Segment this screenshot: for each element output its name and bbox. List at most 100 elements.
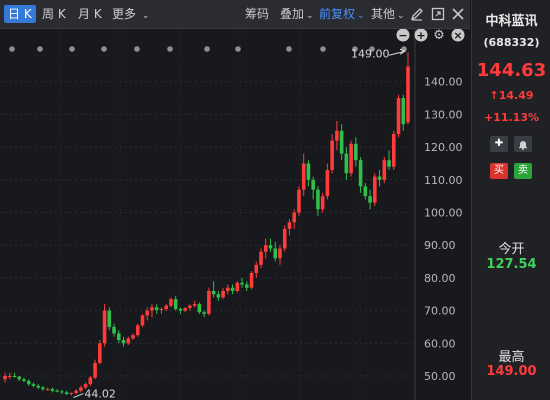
candle-body xyxy=(45,389,50,391)
candle-body xyxy=(249,272,254,288)
more-label: 更多 xyxy=(112,7,137,21)
candle-body xyxy=(259,251,263,265)
candle-body xyxy=(311,179,315,190)
candle-body xyxy=(211,290,216,295)
candle-body xyxy=(287,222,292,229)
candle-body xyxy=(382,160,387,180)
current-price: 144.63 xyxy=(476,60,547,81)
candle-body xyxy=(64,392,69,394)
chip-distribution-button[interactable]: 筹码 xyxy=(245,5,269,23)
candle-body xyxy=(282,228,287,249)
candle-body xyxy=(159,308,164,310)
y-tick-label: 120.00 xyxy=(424,141,463,154)
annotations: 149.00 44.02 xyxy=(73,47,407,400)
bell-icon xyxy=(519,141,527,150)
candle-body xyxy=(164,305,168,309)
period-toolbar: 日 K 周 K 月 K 更多 ⌄ 筹码 叠加 ⌄ 前复权 ⌄ 其他 ⌄ xyxy=(0,0,470,29)
candle-body xyxy=(69,393,74,395)
candle-body xyxy=(17,376,22,380)
close-icon[interactable] xyxy=(450,6,466,22)
forward-adjust-dropdown[interactable]: 前复权 ⌄ xyxy=(319,5,365,23)
candle-body xyxy=(401,98,406,125)
chevron-down-icon: ⌄ xyxy=(357,11,365,21)
candle-body xyxy=(188,305,192,308)
more-dropdown[interactable]: 更多 ⌄ xyxy=(112,5,149,23)
candle-body xyxy=(391,134,396,167)
stock-name: 中科蓝讯 xyxy=(485,14,538,29)
candle-body xyxy=(50,389,55,391)
candle-body xyxy=(135,325,140,336)
candle-body xyxy=(126,338,131,344)
tab-daily-k[interactable]: 日 K xyxy=(4,5,36,23)
candle-body xyxy=(354,143,358,161)
other-label: 其他 xyxy=(371,7,396,21)
high-label: 最高 xyxy=(498,350,525,365)
event-dot xyxy=(9,46,15,52)
open-value: 127.54 xyxy=(486,257,537,272)
candle-body xyxy=(131,335,135,339)
gear-icon[interactable]: ⚙ xyxy=(433,29,445,43)
overlay-dropdown[interactable]: 叠加 ⌄ xyxy=(280,5,314,23)
chart-controls: − + ⚙ × xyxy=(396,29,465,43)
event-dot xyxy=(101,46,107,52)
candle-body xyxy=(36,385,40,388)
minus-icon[interactable]: − xyxy=(398,29,407,42)
candle-body xyxy=(26,380,31,385)
forward-adjust-label: 前复权 xyxy=(319,7,356,21)
buy-button[interactable]: 买 xyxy=(490,163,508,179)
quote-sidebar: 中科蓝讯 (688332) 144.63 ↑14.49 +11.13% ✚ 买 … xyxy=(471,0,550,400)
candle-body xyxy=(339,130,344,154)
candle-body xyxy=(41,387,45,390)
candle-body xyxy=(235,282,240,291)
candle-body xyxy=(325,169,330,197)
open-label: 今开 xyxy=(498,242,525,257)
candle-body xyxy=(396,98,401,135)
expand-icon[interactable] xyxy=(430,6,446,22)
chevron-down-icon: ⌄ xyxy=(141,11,150,21)
alert-button[interactable] xyxy=(514,136,532,152)
candlestick-chart: 50.00 60.00 70.00 80.00 90.00 100.00 110.00 120… xyxy=(0,29,465,400)
overlay-label: 叠加 xyxy=(280,7,305,21)
candle-body xyxy=(150,307,154,311)
sell-button[interactable]: 卖 xyxy=(514,163,532,179)
add-watchlist-button[interactable]: ✚ xyxy=(490,136,508,152)
candle-body xyxy=(207,290,211,314)
plus-icon[interactable]: + xyxy=(416,29,425,42)
candle-body xyxy=(79,387,83,391)
candle-body xyxy=(240,282,244,285)
other-dropdown[interactable]: 其他 ⌄ xyxy=(371,5,405,23)
candle-body xyxy=(273,248,278,259)
candle-body xyxy=(330,140,334,170)
candle-body xyxy=(107,310,112,327)
candle-body xyxy=(55,390,59,392)
candle-body xyxy=(292,212,297,223)
candle-body xyxy=(263,245,268,252)
price-change-pct: +11.13% xyxy=(483,111,540,124)
candle-body xyxy=(320,196,325,210)
plus-icon: ✚ xyxy=(494,138,504,149)
candle-body xyxy=(74,390,78,394)
candle-body xyxy=(7,376,12,377)
close-icon[interactable]: × xyxy=(453,29,462,42)
event-dot xyxy=(235,46,241,52)
chevron-down-icon: ⌄ xyxy=(397,11,405,21)
candle-body xyxy=(98,343,102,363)
candle-body xyxy=(112,326,116,334)
pencil-icon[interactable] xyxy=(409,6,425,22)
y-tick-label: 90.00 xyxy=(424,239,456,252)
candle-body xyxy=(316,189,320,210)
candle-body xyxy=(192,304,197,306)
high-arrow xyxy=(388,48,407,56)
y-tick-label: 110.00 xyxy=(424,174,463,187)
candle-body xyxy=(93,362,97,378)
candle-body xyxy=(387,160,391,167)
candle-body xyxy=(3,376,7,380)
candle-body xyxy=(173,299,178,309)
stock-code: (688332) xyxy=(483,36,540,49)
candle-body xyxy=(202,312,206,314)
tab-weekly-k[interactable]: 周 K xyxy=(42,5,66,23)
candle-body xyxy=(335,130,339,141)
candle-body xyxy=(306,163,311,180)
y-tick-label: 130.00 xyxy=(424,108,463,121)
tab-monthly-k[interactable]: 月 K xyxy=(78,5,102,23)
